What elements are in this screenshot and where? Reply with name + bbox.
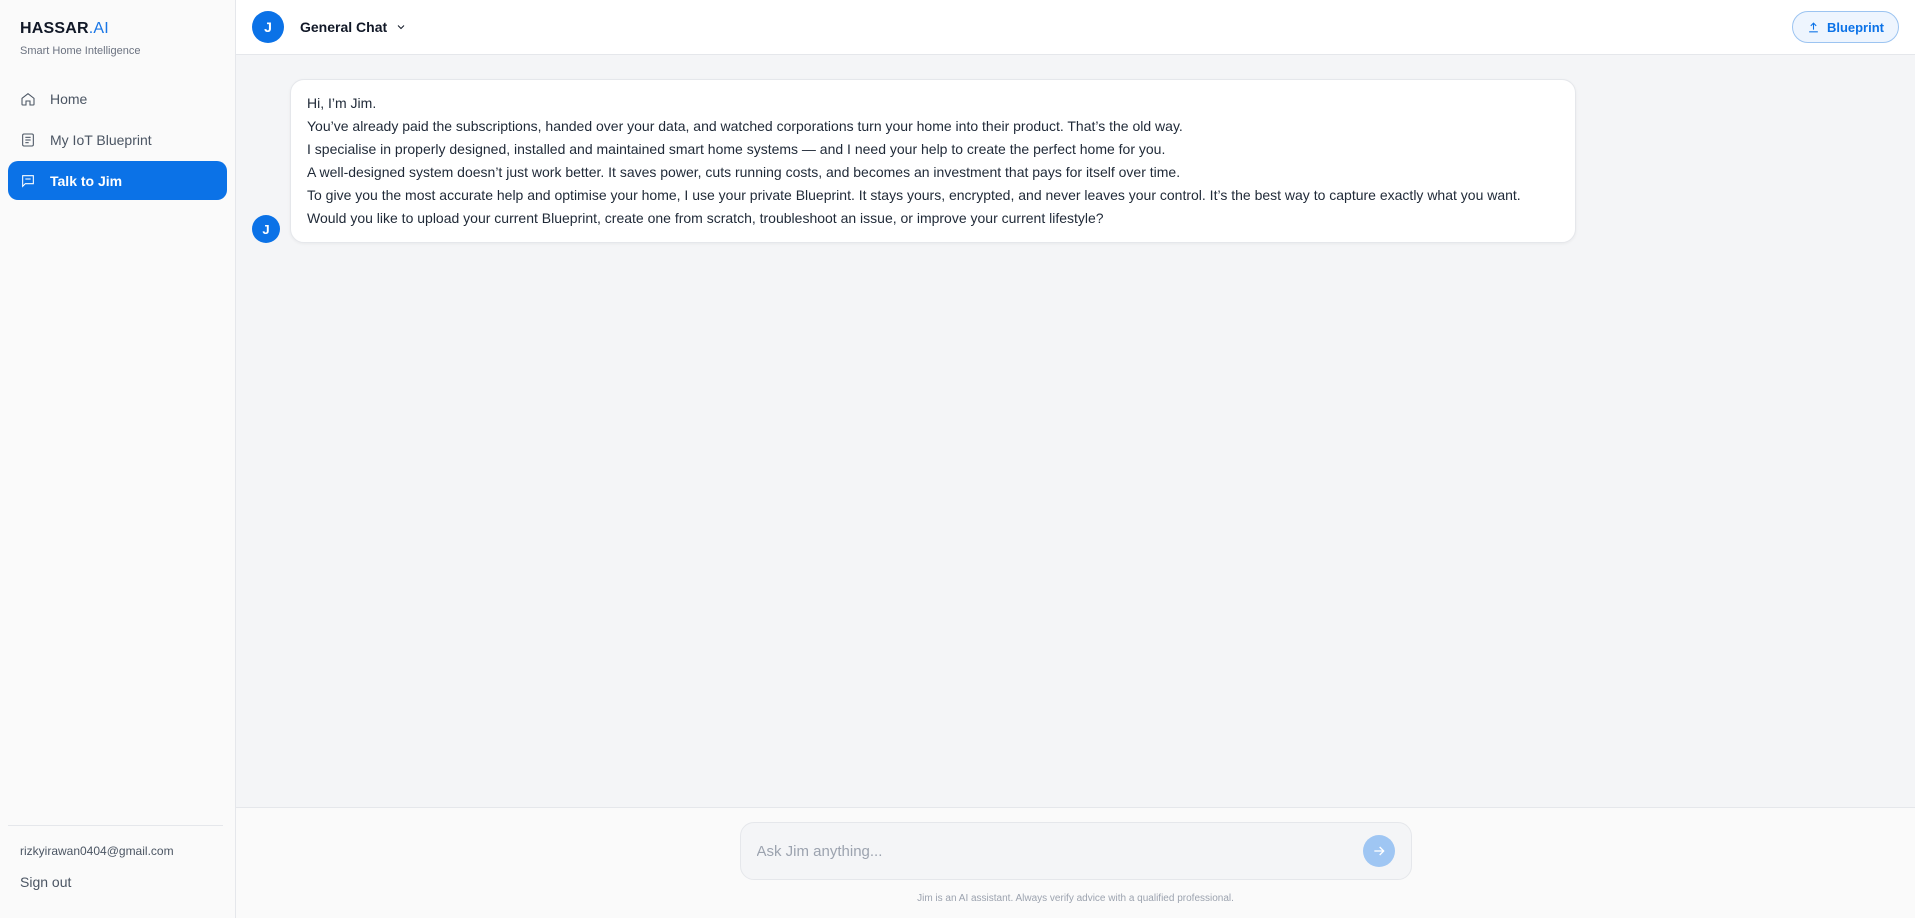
home-icon	[21, 92, 35, 106]
user-email: rizkyirawan0404@gmail.com	[20, 844, 174, 858]
chat-header: J General Chat Blueprint	[236, 0, 1915, 55]
message-line: To give you the most accurate help and o…	[307, 187, 1521, 203]
sidebar-item-label: Talk to Jim	[50, 172, 123, 189]
sidebar: HASSAR.AI Smart Home Intelligence Home M…	[0, 0, 236, 918]
sidebar-footer: rizkyirawan0404@gmail.com Sign out	[8, 825, 223, 918]
brand-suffix: .AI	[88, 20, 109, 37]
sidebar-item-label: Home	[50, 90, 88, 107]
chat-title: General Chat	[300, 19, 388, 35]
app-root: HASSAR.AI Smart Home Intelligence Home M…	[0, 0, 1915, 918]
message-line: Would you like to upload your current Bl…	[307, 210, 1104, 226]
signout-link[interactable]: Sign out	[20, 874, 71, 890]
message-bubble: Hi, I’m Jim. You’ve already paid the sub…	[290, 79, 1576, 243]
brand-tagline: Smart Home Intelligence	[20, 45, 141, 57]
chevron-down-icon	[397, 25, 405, 30]
sidebar-nav: Home My IoT Blueprint Talk to Jim	[0, 79, 235, 202]
disclaimer: Jim is an AI assistant. Always verify ad…	[917, 893, 1234, 904]
sidebar-item-talk-to-jim[interactable]: Talk to Jim	[8, 161, 227, 200]
message-line: You’ve already paid the subscriptions, h…	[307, 118, 1183, 134]
composer: Jim is an AI assistant. Always verify ad…	[236, 807, 1915, 918]
chat-bubble-icon	[22, 174, 34, 188]
chat-input[interactable]	[756, 842, 1363, 860]
document-icon	[22, 132, 34, 147]
message-line: Hi, I’m Jim.	[307, 95, 377, 111]
sidebar-item-iot-blueprint[interactable]: My IoT Blueprint	[8, 120, 227, 159]
chat-selector[interactable]: General Chat	[300, 19, 407, 35]
message-line: I specialise in properly designed, insta…	[307, 141, 1166, 157]
blueprint-button-label: Blueprint	[1826, 19, 1884, 35]
brand-name: HASSAR	[20, 20, 89, 37]
message-line: A well-designed system doesn’t just work…	[307, 164, 1181, 180]
message-row: J Hi, I’m Jim. You’ve already paid the s…	[252, 79, 1899, 243]
send-button[interactable]	[1362, 835, 1395, 867]
chat-thread: J Hi, I’m Jim. You’ve already paid the s…	[236, 55, 1915, 807]
composer-box	[739, 822, 1412, 880]
avatar: J	[252, 11, 284, 43]
sidebar-item-home[interactable]: Home	[8, 79, 227, 118]
chat-header-left: J General Chat	[252, 11, 407, 43]
brand: HASSAR.AI Smart Home Intelligence	[0, 0, 235, 57]
arrow-right-icon	[1373, 846, 1385, 856]
message-avatar: J	[252, 215, 280, 243]
sidebar-item-label: My IoT Blueprint	[50, 131, 152, 148]
upload-blueprint-button[interactable]: Blueprint	[1791, 11, 1899, 43]
upload-icon	[1809, 21, 1818, 32]
main-panel: J General Chat Blueprint J Hi, I’m Jim. …	[236, 0, 1915, 918]
brand-logo[interactable]: HASSAR.AI	[20, 20, 215, 38]
